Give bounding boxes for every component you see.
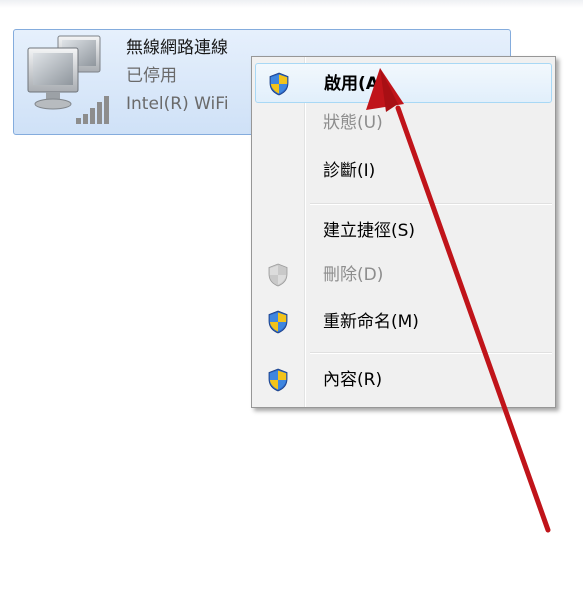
menu-item-create-shortcut[interactable]: 建立捷徑(S) xyxy=(255,211,552,251)
menu-item-properties[interactable]: 內容(R) xyxy=(255,360,552,400)
adapter-status: 已停用 xyxy=(126,66,177,86)
window-top-edge xyxy=(0,0,583,8)
menu-item-diagnose[interactable]: 診斷(I) xyxy=(255,151,552,191)
network-adapter-icon xyxy=(27,35,109,124)
menu-separator xyxy=(310,203,552,205)
menu-separator xyxy=(310,352,552,354)
menu-item-label: 狀態(U) xyxy=(323,113,383,133)
uac-shield-icon xyxy=(268,263,288,287)
menu-item-label: 重新命名(M) xyxy=(323,312,419,332)
menu-item-status[interactable]: 狀態(U) xyxy=(255,103,552,143)
context-menu: 啟用(A) 狀態(U) 診斷(I) 建立捷徑(S) 刪除(D) 重新命名(M) xyxy=(251,56,556,408)
adapter-details: 無線網路連線 已停用 Intel(R) WiFi xyxy=(126,34,229,118)
menu-item-enable[interactable]: 啟用(A) xyxy=(255,63,552,103)
menu-item-label: 啟用(A) xyxy=(324,74,387,94)
uac-shield-icon xyxy=(268,368,288,392)
uac-shield-icon xyxy=(269,72,289,96)
menu-item-label: 診斷(I) xyxy=(323,161,376,181)
adapter-device: Intel(R) WiFi xyxy=(126,94,229,114)
menu-item-label: 刪除(D) xyxy=(323,265,384,285)
uac-shield-icon xyxy=(268,310,288,334)
menu-item-delete[interactable]: 刪除(D) xyxy=(255,255,552,295)
menu-item-label: 建立捷徑(S) xyxy=(323,221,416,241)
menu-item-label: 內容(R) xyxy=(323,370,383,390)
menu-item-rename[interactable]: 重新命名(M) xyxy=(255,302,552,342)
adapter-name: 無線網路連線 xyxy=(126,38,228,58)
